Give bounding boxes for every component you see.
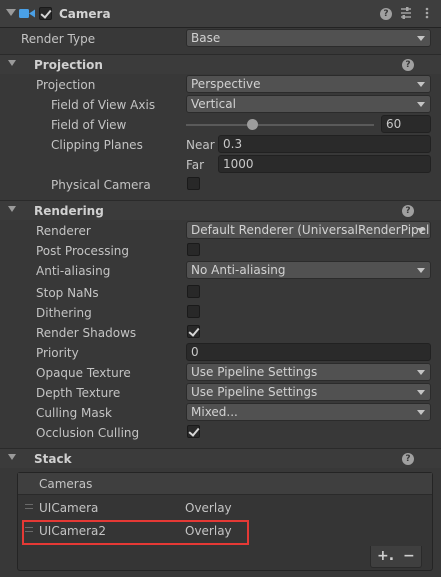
opaque-texture-label: Opaque Texture bbox=[36, 366, 131, 380]
chevron-down-icon bbox=[417, 36, 425, 41]
section-fold-icon bbox=[8, 206, 16, 212]
dithering-label: Dithering bbox=[36, 306, 92, 320]
add-button[interactable]: +. bbox=[377, 548, 394, 564]
dithering-checkbox[interactable] bbox=[187, 305, 200, 318]
culling-mask-label: Culling Mask bbox=[36, 406, 112, 420]
projection-dropdown[interactable]: Perspective bbox=[186, 75, 431, 93]
section-fold-icon bbox=[8, 60, 16, 66]
near-input[interactable]: 0.3 bbox=[218, 135, 431, 153]
cameras-list-title: Cameras bbox=[39, 477, 93, 491]
chevron-down-icon bbox=[417, 228, 425, 233]
render-shadows-checkbox[interactable] bbox=[187, 325, 200, 338]
renderer-dropdown[interactable]: Default Renderer (UniversalRenderPipeli bbox=[186, 221, 431, 239]
drag-handle-icon[interactable] bbox=[25, 504, 33, 509]
physical-camera-checkbox[interactable] bbox=[187, 177, 200, 190]
list-item-name: UICamera bbox=[39, 501, 99, 515]
priority-label: Priority bbox=[36, 346, 79, 360]
anti-aliasing-label: Anti-aliasing bbox=[36, 264, 111, 278]
help-icon[interactable]: ? bbox=[380, 8, 392, 20]
stack-section-title: Stack bbox=[34, 452, 72, 466]
stop-nans-checkbox[interactable] bbox=[187, 285, 200, 298]
culling-mask-value: Mixed... bbox=[191, 405, 238, 419]
projection-label: Projection bbox=[36, 78, 96, 92]
anti-aliasing-value: No Anti-aliasing bbox=[191, 263, 286, 277]
fov-input[interactable]: 60 bbox=[381, 115, 431, 133]
renderer-label: Renderer bbox=[36, 224, 91, 238]
camera-icon bbox=[19, 9, 35, 18]
depth-texture-value: Use Pipeline Settings bbox=[191, 385, 318, 399]
component-header: Camera ? bbox=[0, 0, 441, 28]
render-type-dropdown[interactable]: Base bbox=[186, 29, 431, 47]
help-icon[interactable]: ? bbox=[402, 205, 414, 217]
depth-texture-dropdown[interactable]: Use Pipeline Settings bbox=[186, 383, 431, 401]
projection-section-header[interactable]: Projection ? bbox=[0, 54, 441, 74]
anti-aliasing-dropdown[interactable]: No Anti-aliasing bbox=[186, 261, 431, 279]
render-shadows-label: Render Shadows bbox=[36, 326, 137, 340]
help-icon[interactable]: ? bbox=[402, 59, 414, 71]
priority-input[interactable]: 0 bbox=[186, 343, 431, 361]
chevron-down-icon bbox=[417, 410, 425, 415]
component-enabled-checkbox[interactable] bbox=[39, 7, 52, 20]
fov-slider-handle[interactable] bbox=[247, 119, 258, 130]
render-type-label: Render Type bbox=[21, 32, 96, 46]
far-label: Far bbox=[186, 158, 205, 172]
chevron-down-icon bbox=[417, 102, 425, 107]
fov-axis-value: Vertical bbox=[191, 97, 236, 111]
projection-value: Perspective bbox=[191, 77, 261, 91]
opaque-texture-dropdown[interactable]: Use Pipeline Settings bbox=[186, 363, 431, 381]
component-title: Camera bbox=[59, 7, 111, 21]
fov-slider-track[interactable] bbox=[186, 124, 374, 126]
cameras-list-header: Cameras bbox=[18, 473, 432, 495]
rendering-section-title: Rendering bbox=[34, 204, 104, 218]
chevron-down-icon bbox=[417, 268, 425, 273]
post-processing-checkbox[interactable] bbox=[187, 243, 200, 256]
presets-icon[interactable] bbox=[399, 6, 413, 20]
occlusion-culling-label: Occlusion Culling bbox=[36, 426, 140, 440]
selection-highlight bbox=[22, 520, 249, 545]
depth-texture-label: Depth Texture bbox=[36, 386, 121, 400]
chevron-down-icon bbox=[417, 390, 425, 395]
post-processing-label: Post Processing bbox=[36, 244, 129, 258]
list-item-type: Overlay bbox=[185, 501, 232, 515]
fov-axis-dropdown[interactable]: Vertical bbox=[186, 95, 431, 113]
renderer-value: Default Renderer (UniversalRenderPipeli bbox=[191, 223, 431, 237]
stop-nans-label: Stop NaNs bbox=[36, 286, 99, 300]
clipping-planes-label: Clipping Planes bbox=[51, 138, 143, 152]
occlusion-culling-checkbox[interactable] bbox=[187, 425, 200, 438]
help-icon[interactable]: ? bbox=[402, 453, 414, 465]
culling-mask-dropdown[interactable]: Mixed... bbox=[186, 403, 431, 421]
section-fold-icon bbox=[8, 454, 16, 460]
fov-axis-label: Field of View Axis bbox=[51, 98, 156, 112]
far-input[interactable]: 1000 bbox=[218, 155, 431, 173]
kebab-menu-icon[interactable] bbox=[420, 6, 434, 20]
rendering-section-header[interactable]: Rendering ? bbox=[0, 200, 441, 220]
chevron-down-icon bbox=[417, 370, 425, 375]
list-footer: +. − bbox=[370, 546, 422, 568]
render-type-value: Base bbox=[191, 31, 221, 45]
chevron-down-icon bbox=[417, 82, 425, 87]
opaque-texture-value: Use Pipeline Settings bbox=[191, 365, 318, 379]
stack-section-header[interactable]: Stack ? bbox=[0, 448, 441, 468]
near-label: Near bbox=[186, 138, 215, 152]
remove-button[interactable]: − bbox=[403, 548, 415, 564]
fov-label: Field of View bbox=[51, 118, 127, 132]
physical-camera-label: Physical Camera bbox=[51, 178, 151, 192]
component-fold-toggle[interactable] bbox=[6, 9, 16, 16]
projection-section-title: Projection bbox=[34, 58, 103, 72]
